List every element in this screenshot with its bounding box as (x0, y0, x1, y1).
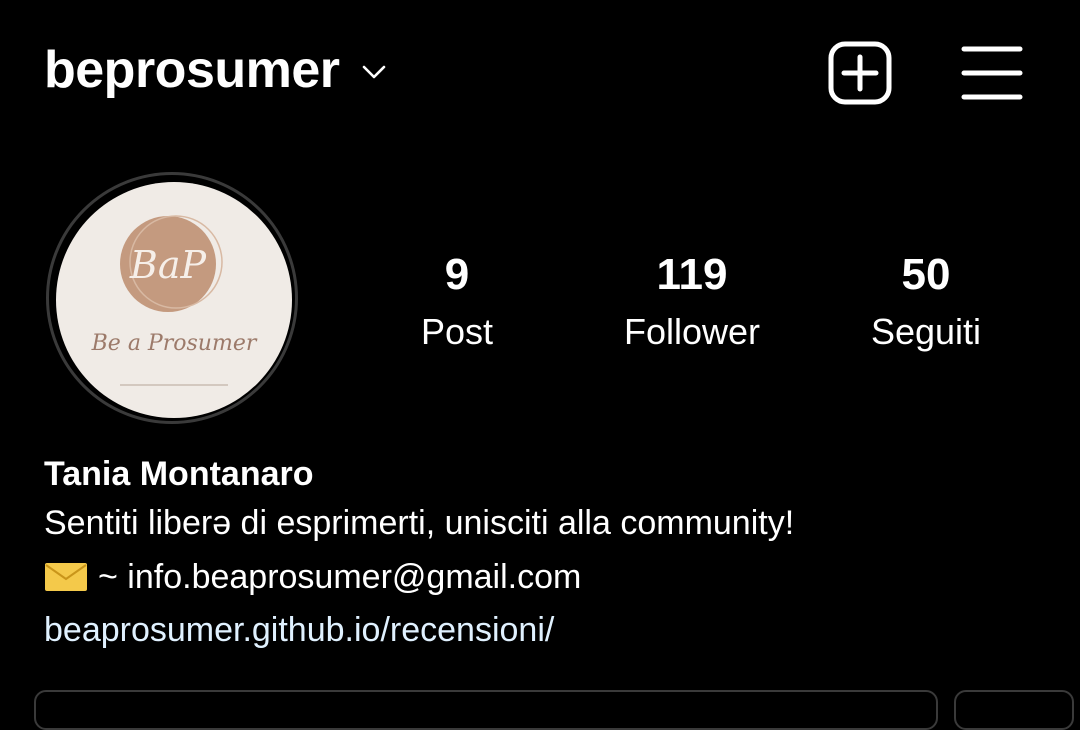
new-post-button[interactable] (828, 41, 892, 105)
logo-caption: Be a Prosumer (91, 331, 258, 356)
stat-following[interactable]: 50 Seguiti (816, 248, 1036, 362)
bio-email: ~ info.beaprosumer@gmail.com (44, 550, 1044, 604)
plus-square-icon (828, 41, 892, 105)
brand-logo: BaP Be a Prosumer (91, 215, 258, 386)
chevron-down-icon (362, 65, 385, 79)
stat-posts[interactable]: 9 Post (347, 248, 567, 362)
stat-followers[interactable]: 119 Follower (582, 248, 802, 362)
hamburger-menu-icon (961, 46, 1023, 100)
envelope-icon (45, 563, 87, 591)
top-bar: beprosumer (0, 0, 1080, 140)
website-link[interactable]: beaprosumer.github.io/recensioni/ (44, 604, 1044, 656)
menu-button[interactable] (960, 43, 1024, 103)
followers-label: Follower (623, 311, 761, 352)
profile-bio: Tania Montanaro Sentiti liberə di esprim… (44, 452, 1044, 656)
profile-picture[interactable]: BaP Be a Prosumer (56, 182, 292, 418)
followers-count: 119 (656, 250, 728, 299)
username: beprosumer (44, 41, 340, 99)
profile-name: Tania Montanaro (44, 455, 314, 493)
secondary-action-button[interactable] (954, 690, 1074, 730)
following-count: 50 (901, 250, 951, 299)
posts-count: 9 (444, 250, 470, 299)
bio-text: Sentiti liberə di esprimerti, unisciti a… (44, 504, 795, 542)
logo-monogram: BaP (129, 243, 208, 287)
email-text: ~ info.beaprosumer@gmail.com (98, 558, 582, 596)
edit-profile-button[interactable] (34, 690, 938, 730)
account-switcher[interactable]: beprosumer (44, 38, 388, 102)
posts-label: Post (420, 311, 494, 352)
following-label: Seguiti (870, 311, 982, 352)
